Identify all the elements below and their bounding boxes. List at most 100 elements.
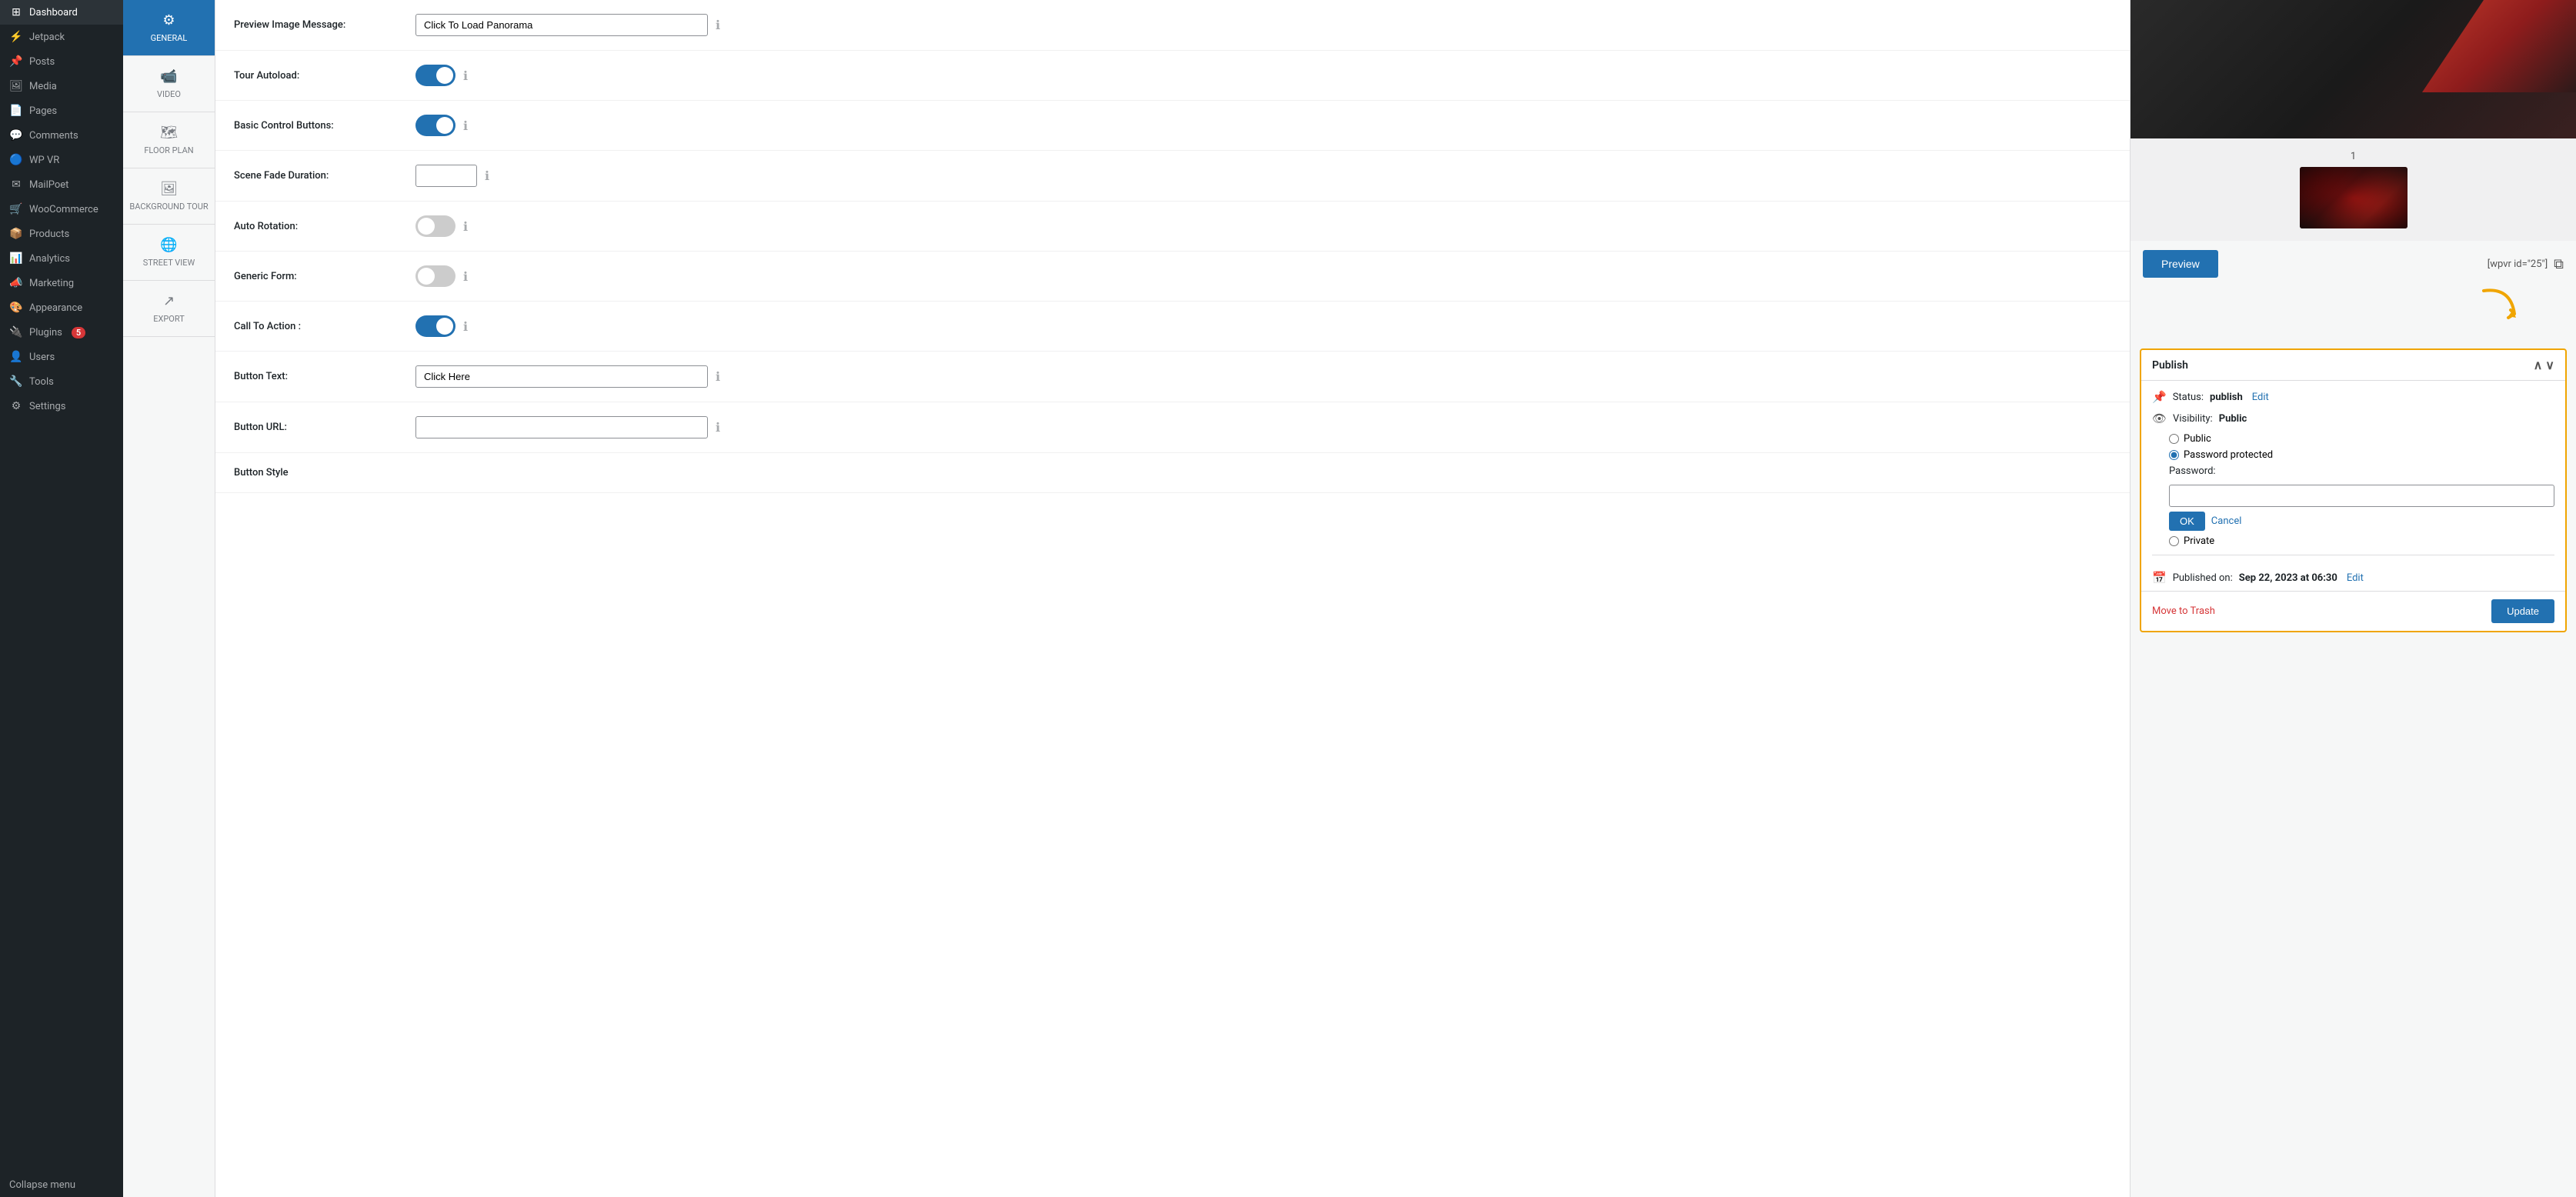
auto-rotation-info-icon[interactable]: ℹ	[463, 219, 468, 234]
publish-header: Publish ∧ ∨	[2141, 350, 2565, 381]
scene-number: 1	[2351, 151, 2356, 162]
thumbnail-image[interactable]	[2300, 167, 2407, 228]
auto-rotation-slider	[415, 215, 455, 237]
button-style-row: Button Style	[215, 453, 2130, 493]
sidebar-item-plugins[interactable]: 🔌 Plugins 5	[0, 320, 123, 345]
generic-form-label: Generic Form:	[234, 271, 403, 282]
button-text-label: Button Text:	[234, 371, 403, 382]
tab-video[interactable]: 📹 VIDEO	[123, 56, 215, 112]
radio-private-input[interactable]	[2169, 536, 2179, 546]
radio-public-input[interactable]	[2169, 434, 2179, 444]
button-text-row: Button Text: ℹ	[215, 352, 2130, 402]
tour-autoload-label: Tour Autoload:	[234, 70, 403, 82]
button-text-info-icon[interactable]: ℹ	[716, 369, 720, 384]
tab-export[interactable]: ↗ EXPORT	[123, 281, 215, 337]
visibility-section: 👁 Visibility: Public Public Password pro…	[2152, 412, 2554, 547]
move-to-trash-button[interactable]: Move to Trash	[2152, 605, 2215, 617]
button-text-input[interactable]	[415, 365, 708, 388]
sidebar-item-products[interactable]: 📦 Products	[0, 222, 123, 246]
call-to-action-slider	[415, 315, 455, 337]
tour-autoload-toggle[interactable]	[415, 65, 455, 86]
sidebar-item-media[interactable]: 🖼 Media	[0, 74, 123, 98]
sidebar-item-label: Users	[29, 352, 55, 363]
copy-shortcode-icon[interactable]: ⧉	[2554, 256, 2564, 272]
ok-button[interactable]: OK	[2169, 512, 2205, 531]
scene-fade-duration-info-icon[interactable]: ℹ	[485, 168, 489, 183]
button-url-input[interactable]	[415, 416, 708, 438]
preview-button[interactable]: Preview	[2143, 250, 2218, 278]
sidebar-item-label: Products	[29, 228, 69, 240]
call-to-action-info-icon[interactable]: ℹ	[463, 319, 468, 334]
basic-control-buttons-toggle[interactable]	[415, 115, 455, 136]
jetpack-icon: ⚡	[9, 31, 23, 43]
publish-collapse-down-icon[interactable]: ∨	[2545, 358, 2554, 372]
sidebar: ⊞ Dashboard ⚡ Jetpack 📌 Posts 🖼 Media 📄 …	[0, 0, 123, 1197]
password-input[interactable]	[2169, 485, 2554, 507]
sidebar-item-label: Posts	[29, 56, 55, 68]
basic-control-buttons-row: Basic Control Buttons: ℹ	[215, 101, 2130, 151]
basic-control-buttons-info-icon[interactable]: ℹ	[463, 118, 468, 133]
sidebar-item-dashboard[interactable]: ⊞ Dashboard	[0, 0, 123, 25]
sidebar-item-marketing[interactable]: 📣 Marketing	[0, 271, 123, 295]
update-button[interactable]: Update	[2491, 599, 2554, 623]
published-on-edit-link[interactable]: Edit	[2347, 572, 2364, 584]
sidebar-item-analytics[interactable]: 📊 Analytics	[0, 246, 123, 271]
arrow-container	[2131, 279, 2576, 341]
publish-footer: Move to Trash Update	[2141, 591, 2565, 631]
radio-password-item[interactable]: Password protected	[2169, 449, 2554, 461]
street-view-tab-icon: 🌐	[160, 237, 177, 253]
visibility-value: Public	[2219, 413, 2247, 425]
password-field-group: Password: OK Cancel	[2169, 465, 2554, 531]
tab-video-label: VIDEO	[157, 89, 181, 99]
marketing-icon: 📣	[9, 277, 23, 289]
sidebar-item-woocommerce[interactable]: 🛒 WooCommerce	[0, 197, 123, 222]
scene-fade-duration-input[interactable]	[415, 165, 477, 187]
analytics-icon: 📊	[9, 252, 23, 265]
sidebar-item-wp-vr[interactable]: 🔵 WP VR	[0, 148, 123, 172]
radio-public-item[interactable]: Public	[2169, 433, 2554, 445]
call-to-action-label: Call To Action :	[234, 321, 403, 332]
generic-form-control: ℹ	[415, 265, 468, 287]
sidebar-item-label: Settings	[29, 401, 65, 412]
sidebar-item-comments[interactable]: 💬 Comments	[0, 123, 123, 148]
sidebar-item-label: Analytics	[29, 253, 70, 265]
tab-general[interactable]: ⚙ GENERAL	[123, 0, 215, 56]
sidebar-item-pages[interactable]: 📄 Pages	[0, 98, 123, 123]
sidebar-item-label: Dashboard	[29, 7, 78, 18]
call-to-action-control: ℹ	[415, 315, 468, 337]
sidebar-item-label: Comments	[29, 130, 78, 142]
button-url-info-icon[interactable]: ℹ	[716, 420, 720, 435]
radio-private-item[interactable]: Private	[2169, 535, 2554, 547]
generic-form-toggle[interactable]	[415, 265, 455, 287]
tour-autoload-info-icon[interactable]: ℹ	[463, 68, 468, 83]
ok-cancel-row: OK Cancel	[2169, 512, 2554, 531]
sidebar-item-appearance[interactable]: 🎨 Appearance	[0, 295, 123, 320]
sidebar-item-tools[interactable]: 🔧 Tools	[0, 369, 123, 394]
preview-image-message-info-icon[interactable]: ℹ	[716, 18, 720, 32]
publish-collapse-up-icon[interactable]: ∧	[2534, 358, 2543, 372]
general-tab-icon: ⚙	[162, 12, 175, 28]
tab-background-tour[interactable]: 🖼 BACKGROUND TOUR	[123, 168, 215, 225]
auto-rotation-toggle[interactable]	[415, 215, 455, 237]
sidebar-item-posts[interactable]: 📌 Posts	[0, 49, 123, 74]
call-to-action-toggle[interactable]	[415, 315, 455, 337]
tab-background-tour-label: BACKGROUND TOUR	[129, 202, 208, 212]
settings-panel: Preview Image Message: ℹ Tour Autoload: …	[215, 0, 2130, 1197]
sidebar-item-settings[interactable]: ⚙ Settings	[0, 394, 123, 418]
sidebar-item-users[interactable]: 👤 Users	[0, 345, 123, 369]
sidebar-item-jetpack[interactable]: ⚡ Jetpack	[0, 25, 123, 49]
generic-form-slider	[415, 265, 455, 287]
sidebar-item-label: MailPoet	[29, 179, 68, 191]
shortcode-area: [wpvr id="25"] ⧉	[2488, 256, 2564, 272]
status-edit-link[interactable]: Edit	[2252, 392, 2269, 403]
sidebar-item-label: Jetpack	[29, 32, 65, 43]
tab-street-view[interactable]: 🌐 STREET VIEW	[123, 225, 215, 281]
cancel-button[interactable]: Cancel	[2211, 515, 2242, 527]
generic-form-info-icon[interactable]: ℹ	[463, 269, 468, 284]
preview-image-message-input[interactable]	[415, 14, 708, 36]
tab-floor-plan[interactable]: 🗺 FLOOR PLAN	[123, 112, 215, 168]
collapse-menu-button[interactable]: Collapse menu	[0, 1173, 123, 1197]
radio-password-input[interactable]	[2169, 450, 2179, 460]
tabs-panel: ⚙ GENERAL 📹 VIDEO 🗺 FLOOR PLAN 🖼 BACKGRO…	[123, 0, 215, 1197]
sidebar-item-mailpoet[interactable]: ✉ MailPoet	[0, 172, 123, 197]
